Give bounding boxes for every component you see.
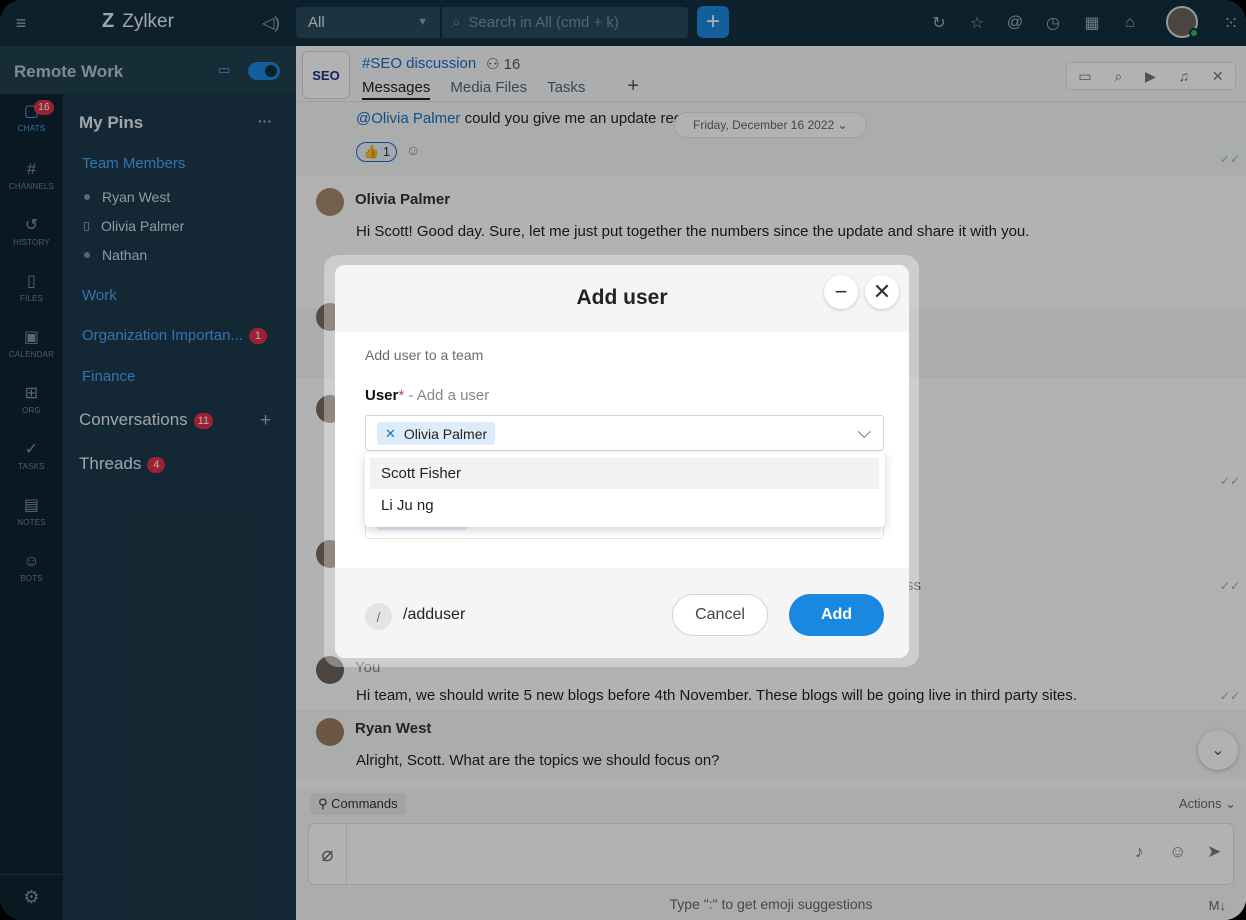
- command-name: /adduser: [403, 606, 466, 623]
- chip-label: Olivia Palmer: [403, 425, 488, 442]
- label-text: User: [365, 387, 399, 404]
- dialog-subtitle: Add user to a team: [365, 347, 484, 363]
- close-button[interactable]: ✕: [865, 275, 899, 309]
- user-select[interactable]: ✕ Olivia Palmer ⌵: [365, 415, 884, 451]
- cancel-button[interactable]: Cancel: [672, 594, 768, 636]
- user-options-dropdown: Scott Fisher Li Ju ng: [365, 452, 885, 527]
- add-button[interactable]: Add: [789, 594, 884, 636]
- label-hint: - Add a user: [408, 387, 490, 404]
- dialog-header: Add user − ✕: [335, 265, 909, 332]
- dialog-title: Add user: [576, 286, 668, 309]
- slash-command-icon: /: [365, 603, 392, 630]
- minimize-button[interactable]: −: [824, 275, 858, 309]
- dialog-footer: / /adduser Cancel Add: [335, 568, 909, 658]
- option-li-ju-ng[interactable]: Li Ju ng: [370, 490, 879, 521]
- option-scott-fisher[interactable]: Scott Fisher: [370, 458, 879, 489]
- app-window: ≡ Z Zylker ◁) All ▼ ⌕ Search in All (cmd…: [0, 0, 1246, 920]
- close-icon: ✕: [872, 279, 892, 304]
- remove-chip-icon[interactable]: ✕: [385, 426, 396, 442]
- user-field-label: User* - Add a user: [365, 387, 489, 404]
- required-marker: *: [398, 387, 405, 404]
- selected-user-chip: ✕ Olivia Palmer: [377, 422, 496, 445]
- chevron-down-icon[interactable]: ⌵: [857, 422, 871, 443]
- minus-icon: −: [834, 279, 848, 304]
